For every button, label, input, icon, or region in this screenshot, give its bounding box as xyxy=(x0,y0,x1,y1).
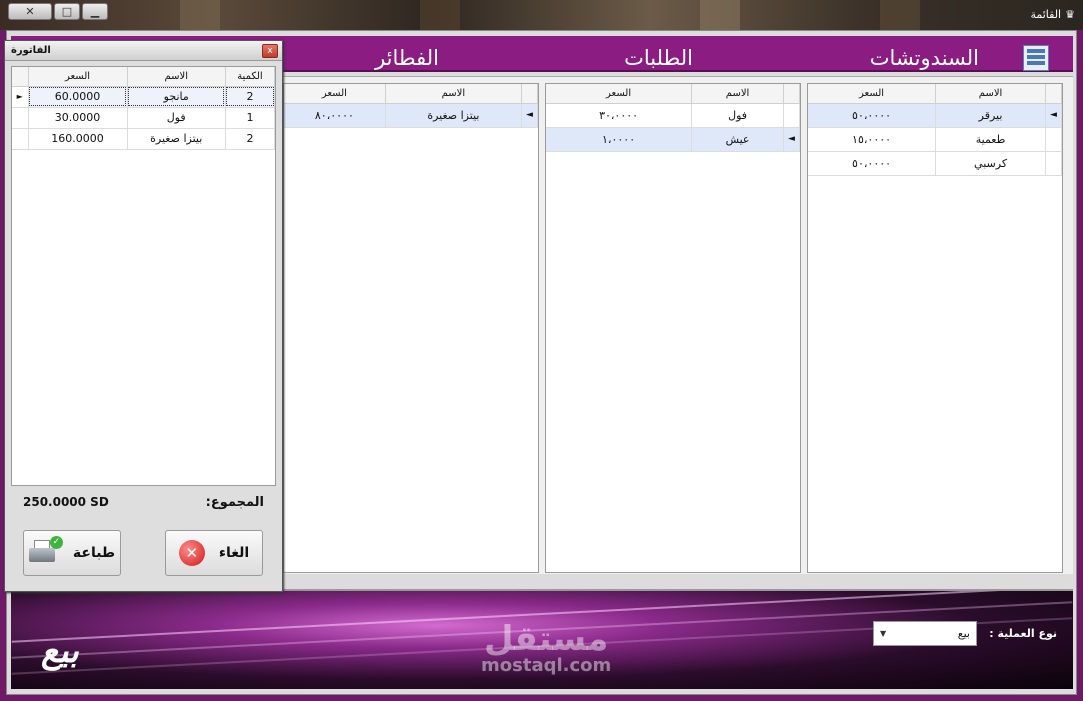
table-row[interactable]: ► 60.0000 مانجو 2 xyxy=(12,86,276,108)
column-header-name[interactable]: الاسم xyxy=(385,84,523,104)
window-controls: ✕ □ ▁ xyxy=(8,3,108,20)
row-header-corner xyxy=(1045,84,1062,104)
table-row[interactable]: فول ٣٠،٠٠٠٠ xyxy=(546,103,800,128)
category-title-sandwiches[interactable]: السندوتشات xyxy=(870,46,979,70)
cell-price[interactable]: ١٥،٠٠٠٠ xyxy=(808,127,937,152)
table-row[interactable]: 160.0000 بيتزا صغيرة 2 xyxy=(12,128,276,150)
cell-name[interactable]: بيرقر xyxy=(935,103,1046,128)
table-row[interactable]: طعمية ١٥،٠٠٠٠ xyxy=(808,127,1062,152)
column-header-name[interactable]: الاسم xyxy=(691,84,784,104)
cell-name[interactable]: فول xyxy=(691,103,784,128)
total-value: 250.0000 SD xyxy=(23,495,109,509)
cell-name[interactable]: بيتزا صغيرة xyxy=(127,128,226,150)
row-selector-marker[interactable] xyxy=(12,128,29,150)
sell-mode-label: بيع xyxy=(41,631,79,671)
titlebar-decoration xyxy=(700,0,740,30)
cancel-button[interactable]: ✕ الغاء xyxy=(165,530,263,576)
column-header-price[interactable]: السعر xyxy=(546,84,693,104)
row-selector-marker[interactable] xyxy=(1045,127,1062,152)
window-minimize-button[interactable]: ▁ xyxy=(82,3,108,20)
bottom-banner: بيع مستقل mostaql.com ▼ بيع نوع العملية … xyxy=(11,589,1073,689)
row-selector-marker[interactable] xyxy=(783,103,800,128)
cell-qty[interactable]: 2 xyxy=(225,86,276,108)
cell-name[interactable]: مانجو xyxy=(127,86,226,108)
total-label: المجموع: xyxy=(205,495,264,510)
window-close-button[interactable]: ✕ xyxy=(8,3,52,20)
cell-name[interactable]: بيتزا صغيرة xyxy=(385,103,523,128)
row-selector-marker[interactable]: ► xyxy=(12,86,29,108)
window-maximize-button[interactable]: □ xyxy=(54,3,80,20)
title-bar: ✕ □ ▁ ♛ القائمة xyxy=(0,0,1083,30)
row-selector-marker[interactable] xyxy=(1045,151,1062,176)
cell-price[interactable]: ٥٠،٠٠٠٠ xyxy=(808,151,937,176)
print-button[interactable]: ✓ طباعة xyxy=(23,530,121,576)
row-selector-marker[interactable]: ◄ xyxy=(521,103,538,128)
titlebar-decoration xyxy=(420,0,460,30)
row-header-corner xyxy=(521,84,538,104)
orders-grid[interactable]: الاسم السعر فول ٣٠،٠٠٠٠ ◄ عيش ١،٠٠٠٠ xyxy=(545,83,801,573)
column-header-price[interactable]: السعر xyxy=(284,84,386,104)
operation-type-select[interactable]: ▼ بيع xyxy=(873,621,977,646)
category-title-pies[interactable]: الفطائر xyxy=(375,46,439,70)
cancel-button-label: الغاء xyxy=(218,545,250,561)
window-title: القائمة xyxy=(1030,8,1062,21)
invoice-title: الفاتورة xyxy=(11,45,51,56)
menu-list-icon[interactable] xyxy=(1023,45,1049,71)
invoice-grid[interactable]: السعر الاسم الكمية ► 60.0000 مانجو 2 30.… xyxy=(11,66,276,486)
table-row[interactable]: كرسبي ٥٠،٠٠٠٠ xyxy=(808,151,1062,176)
column-header-price[interactable]: السعر xyxy=(808,84,937,104)
category-title-orders[interactable]: الطلبات xyxy=(624,46,693,70)
chevron-down-icon[interactable]: ▼ xyxy=(880,629,886,638)
chef-hat-icon: ♛ xyxy=(1065,8,1075,21)
column-header-price[interactable]: السعر xyxy=(28,67,128,87)
cell-name[interactable]: طعمية xyxy=(935,127,1046,152)
cell-qty[interactable]: 2 xyxy=(225,128,276,150)
cell-name[interactable]: فول xyxy=(127,107,226,129)
pies-grid[interactable]: الاسم السعر ◄ بيتزا صغيرة ٨٠،٠٠٠٠ xyxy=(283,83,539,573)
column-header-qty[interactable]: الكمية xyxy=(225,67,276,87)
operation-type-label: نوع العملية : xyxy=(989,627,1057,640)
watermark: مستقل mostaql.com xyxy=(481,621,611,675)
cell-price[interactable]: 160.0000 xyxy=(28,128,128,150)
window-title-area: ♛ القائمة xyxy=(1030,8,1075,21)
row-selector-marker[interactable]: ◄ xyxy=(783,127,800,152)
invoice-title-bar[interactable]: الفاتورة x xyxy=(5,41,282,61)
cell-price[interactable]: 30.0000 xyxy=(28,107,128,129)
cell-price[interactable]: ٨٠،٠٠٠٠ xyxy=(284,103,386,128)
titlebar-decoration xyxy=(180,0,220,30)
cell-price[interactable]: ١،٠٠٠٠ xyxy=(546,127,693,152)
table-row[interactable]: ◄ بيرقر ٥٠،٠٠٠٠ xyxy=(808,103,1062,128)
row-selector-marker[interactable]: ◄ xyxy=(1045,103,1062,128)
table-row[interactable]: ◄ عيش ١،٠٠٠٠ xyxy=(546,127,800,152)
titlebar-decoration xyxy=(880,0,920,30)
cell-price[interactable]: ٣٠،٠٠٠٠ xyxy=(546,103,693,128)
table-row[interactable]: ◄ بيتزا صغيرة ٨٠،٠٠٠٠ xyxy=(284,103,538,128)
sandwiches-grid[interactable]: الاسم السعر ◄ بيرقر ٥٠،٠٠٠٠ طعمية ١٥،٠٠٠… xyxy=(807,83,1063,573)
table-row[interactable]: 30.0000 فول 1 xyxy=(12,107,276,129)
watermark-english: mostaql.com xyxy=(481,655,612,676)
column-header-name[interactable]: الاسم xyxy=(127,67,226,87)
watermark-arabic: مستقل xyxy=(483,619,609,659)
invoice-close-button[interactable]: x xyxy=(262,44,278,58)
cell-price[interactable]: 60.0000 xyxy=(28,86,128,108)
printer-icon: ✓ xyxy=(28,536,63,566)
row-header-corner xyxy=(12,67,29,87)
cell-name[interactable]: كرسبي xyxy=(935,151,1046,176)
invoice-window: الفاتورة x السعر الاسم الكمية ► 60.0000 … xyxy=(4,40,283,592)
operation-type-value: بيع xyxy=(957,627,970,640)
cell-qty[interactable]: 1 xyxy=(225,107,276,129)
cancel-x-icon: ✕ xyxy=(178,540,205,566)
row-header-corner xyxy=(783,84,800,104)
cell-price[interactable]: ٥٠،٠٠٠٠ xyxy=(808,103,937,128)
column-header-name[interactable]: الاسم xyxy=(935,84,1046,104)
row-selector-marker[interactable] xyxy=(12,107,29,129)
print-button-label: طباعة xyxy=(72,545,116,561)
cell-name[interactable]: عيش xyxy=(691,127,784,152)
